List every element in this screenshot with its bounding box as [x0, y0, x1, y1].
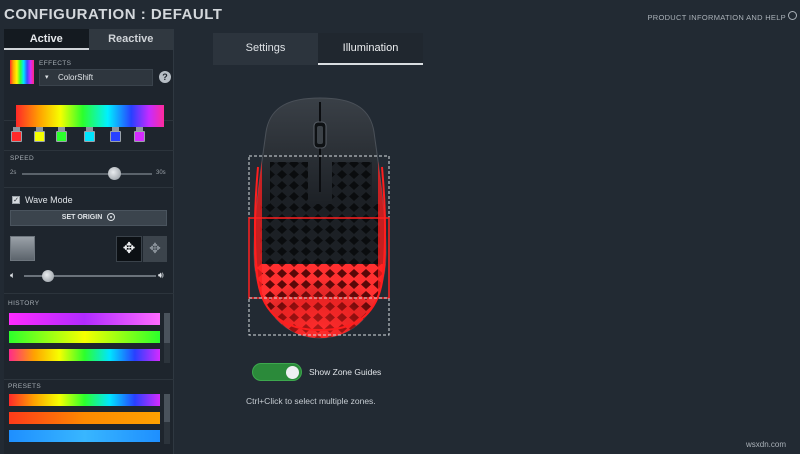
speaker-high-icon: 🔊︎	[158, 270, 164, 280]
history-swatch[interactable]	[9, 313, 160, 325]
mouse-illustration	[248, 97, 390, 339]
history-swatch[interactable]	[9, 349, 160, 361]
presets-scrollbar[interactable]	[164, 394, 170, 444]
gradient-stop-marker[interactable]	[110, 127, 121, 142]
set-origin-button[interactable]: SET ORIGIN	[10, 210, 167, 226]
gradient-stop-marker[interactable]	[84, 127, 95, 142]
history-swatch[interactable]	[9, 331, 160, 343]
gradient-stop-marker[interactable]	[134, 127, 145, 142]
main-tabs: Settings Illumination	[213, 33, 423, 65]
gradient-stop-marker[interactable]	[34, 127, 45, 142]
gradient-stop-marker[interactable]	[11, 127, 22, 142]
speed-section: SPEED 2s 30s	[4, 150, 174, 188]
history-scrollbar[interactable]	[164, 313, 170, 363]
direction-color-swatch[interactable]	[10, 236, 35, 261]
move-arrows-icon[interactable]: ✥	[116, 236, 142, 262]
effects-selected-value: ColorShift	[58, 73, 94, 82]
top-bar: CONFIGURATION : DEFAULT PRODUCT INFORMAT…	[0, 0, 800, 28]
toggle-knob	[286, 366, 299, 379]
crosshair-icon	[107, 213, 116, 222]
product-info-link[interactable]: PRODUCT INFORMATION AND HELP	[647, 13, 786, 22]
history-label: HISTORY	[8, 300, 40, 307]
audio-slider-handle[interactable]	[41, 270, 54, 282]
presets-section: PRESETS	[4, 379, 174, 454]
preset-swatch[interactable]	[9, 394, 160, 406]
presets-scroll-thumb[interactable]	[164, 394, 170, 422]
speed-slider-handle[interactable]	[108, 167, 122, 180]
multi-select-hint: Ctrl+Click to select multiple zones.	[246, 396, 376, 406]
effect-preview-swatch	[10, 60, 34, 84]
help-circle-icon[interactable]	[788, 11, 797, 20]
speed-slider-track[interactable]	[22, 173, 152, 175]
move-arrows-alt-icon[interactable]: ✥	[143, 236, 167, 262]
audio-row: 🔈︎ 🔊︎	[10, 269, 170, 283]
question-icon[interactable]: ?	[159, 71, 171, 83]
mode-tabs: Active Reactive	[4, 29, 173, 50]
speed-min-label: 2s	[10, 170, 17, 176]
effects-dropdown[interactable]: ▾ ColorShift	[39, 69, 153, 86]
wave-mode-checkbox[interactable]: ✓	[12, 196, 20, 204]
wave-mode-label: Wave Mode	[25, 195, 73, 205]
color-gradient-bar[interactable]	[16, 105, 164, 127]
tab-settings[interactable]: Settings	[213, 33, 318, 65]
watermark: wsxdn.com	[746, 440, 787, 449]
preset-swatch[interactable]	[9, 412, 160, 424]
tab-illumination[interactable]: Illumination	[318, 33, 423, 65]
tab-active[interactable]: Active	[4, 29, 89, 50]
history-scroll-thumb[interactable]	[164, 313, 170, 343]
preset-swatch[interactable]	[9, 430, 160, 442]
zone-guides-label: Show Zone Guides	[309, 367, 382, 377]
left-panel: Active Reactive EFFECTS ▾ ColorShift ? S…	[4, 29, 174, 454]
configuration-title: CONFIGURATION : DEFAULT	[4, 6, 223, 23]
tab-reactive[interactable]: Reactive	[88, 29, 173, 50]
speed-max-label: 30s	[156, 170, 166, 176]
set-origin-label: SET ORIGIN	[61, 214, 103, 221]
zone-guides-toggle[interactable]	[252, 363, 302, 381]
speed-label: SPEED	[10, 155, 35, 162]
presets-label: PRESETS	[8, 383, 42, 390]
caret-down-icon: ▾	[45, 74, 49, 81]
gradient-stop-marker[interactable]	[56, 127, 67, 142]
effects-label: EFFECTS	[39, 60, 72, 67]
speaker-low-icon: 🔈︎	[10, 270, 16, 280]
